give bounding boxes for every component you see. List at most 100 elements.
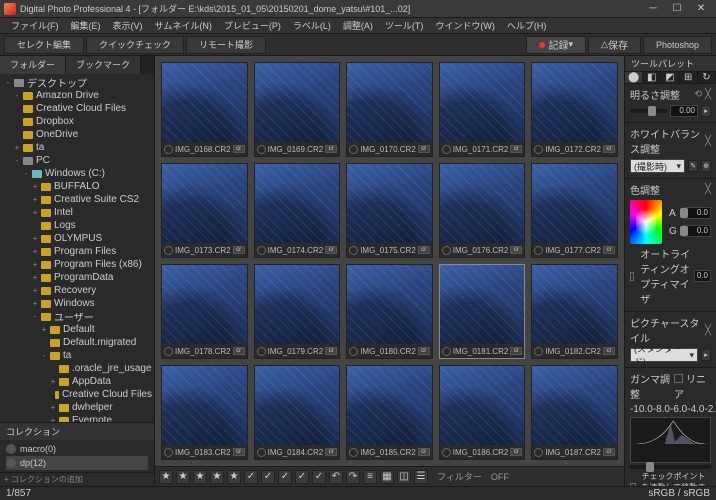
tab-bookmark[interactable]: ブックマーク (66, 56, 141, 74)
thumb-check-icon[interactable] (349, 246, 358, 255)
palette-tab-3[interactable]: ◩ (661, 72, 679, 83)
menu-item[interactable]: ウインドウ(W) (430, 19, 500, 32)
tree-node[interactable]: Creative Cloud Files (2, 102, 152, 115)
gamma-slider[interactable] (630, 465, 711, 469)
thumb-check-icon[interactable] (349, 145, 358, 154)
photoshop-button[interactable]: Photoshop (643, 36, 712, 54)
tree-node[interactable]: Creative Cloud Files (2, 388, 152, 401)
collection-item[interactable]: dp(12) (6, 456, 148, 470)
tree-node[interactable]: +Evernote (2, 414, 152, 422)
menu-item[interactable]: 表示(V) (108, 19, 148, 32)
rotate-cw-icon[interactable]: ↷ (346, 470, 360, 484)
star2-icon[interactable]: ★ (176, 470, 190, 484)
tree-node[interactable]: -Amazon Drive (2, 89, 152, 102)
thumbnail[interactable]: IMG_0184.CR2cr (254, 365, 341, 460)
color-wheel[interactable] (630, 200, 662, 244)
thumb-check-icon[interactable] (257, 145, 266, 154)
tree-node[interactable]: +ProgramData (2, 271, 152, 284)
thumb-check-icon[interactable] (534, 448, 543, 457)
rotate-ccw-icon[interactable]: ↶ (329, 470, 343, 484)
check1-icon[interactable]: ✓ (244, 470, 258, 484)
thumbnail[interactable]: IMG_0178.CR2cr (161, 264, 248, 359)
palette-tab-4[interactable]: ⊞ (680, 72, 698, 83)
thumbnail[interactable]: IMG_0174.CR2cr (254, 163, 341, 258)
tree-node[interactable]: +Creative Suite CS2 (2, 193, 152, 206)
close-button[interactable]: ✕ (690, 2, 712, 16)
remote-shoot-button[interactable]: リモート撮影 (186, 36, 266, 54)
maximize-button[interactable]: ☐ (666, 2, 688, 16)
thumbnail[interactable]: IMG_0169.CR2cr (254, 62, 341, 157)
thumb-check-icon[interactable] (442, 448, 451, 457)
thumbnail[interactable]: IMG_0183.CR2cr (161, 365, 248, 460)
wb-pick-icon[interactable]: ✎ (688, 160, 698, 172)
tree-node[interactable]: OneDrive (2, 128, 152, 141)
view-detail-icon[interactable]: ☰ (414, 470, 428, 484)
collection-item[interactable]: macro(0) (6, 442, 148, 456)
thumbnail[interactable]: IMG_0171.CR2cr (439, 62, 526, 157)
tree-node[interactable]: +BUFFALO (2, 180, 152, 193)
check3-icon[interactable]: ✓ (278, 470, 292, 484)
thumb-check-icon[interactable] (534, 145, 543, 154)
tree-node[interactable]: Default.migrated (2, 336, 152, 349)
thumbnail[interactable]: IMG_0179.CR2cr (254, 264, 341, 359)
menu-item[interactable]: ツール(T) (380, 19, 429, 32)
thumbnail[interactable]: IMG_0175.CR2cr (346, 163, 433, 258)
star3-icon[interactable]: ★ (193, 470, 207, 484)
tree-node[interactable]: +ta (2, 141, 152, 154)
check2-icon[interactable]: ✓ (261, 470, 275, 484)
tree-node[interactable]: +Recovery (2, 284, 152, 297)
star4-icon[interactable]: ★ (210, 470, 224, 484)
thumb-check-icon[interactable] (442, 347, 451, 356)
menu-item[interactable]: サムネイル(N) (150, 19, 217, 32)
brightness-step[interactable]: ▸ (701, 105, 711, 117)
tree-node[interactable]: +Intel (2, 206, 152, 219)
thumbnail[interactable]: IMG_0187.CR2cr (531, 365, 618, 460)
add-collection-button[interactable]: + コレクションの追加 (0, 472, 154, 486)
menu-item[interactable]: ファイル(F) (6, 19, 64, 32)
tree-node[interactable]: +Default (2, 323, 152, 336)
thumbnail[interactable]: IMG_0168.CR2cr (161, 62, 248, 157)
menu-item[interactable]: ラベル(L) (288, 19, 336, 32)
check4-icon[interactable]: ✓ (295, 470, 309, 484)
folder-tree[interactable]: -デスクトップ-Amazon DriveCreative Cloud Files… (0, 74, 154, 422)
tree-node[interactable]: +Program Files (2, 245, 152, 258)
minimize-button[interactable]: ─ (642, 2, 664, 16)
histogram[interactable] (630, 417, 711, 463)
tree-node[interactable]: -ユーザー (2, 310, 152, 323)
picstyle-dropdown[interactable]: (スタンダード) (630, 348, 698, 362)
thumbnail[interactable]: IMG_0177.CR2cr (531, 163, 618, 258)
tree-node[interactable]: +AppData (2, 375, 152, 388)
tree-node[interactable]: +dwhelper (2, 401, 152, 414)
tree-node[interactable]: +Program Files (x86) (2, 258, 152, 271)
thumbnail[interactable]: IMG_0180.CR2cr (346, 264, 433, 359)
thumbnail[interactable]: IMG_0181.CR2cr (439, 264, 526, 359)
thumb-check-icon[interactable] (534, 347, 543, 356)
palette-tab-2[interactable]: ◧ (643, 72, 661, 83)
menu-item[interactable]: 編集(E) (66, 19, 106, 32)
tree-node[interactable]: -ta (2, 349, 152, 362)
brightness-slider[interactable] (630, 109, 667, 113)
thumbnail[interactable]: IMG_0172.CR2cr (531, 62, 618, 157)
thumbnail[interactable]: IMG_0173.CR2cr (161, 163, 248, 258)
thumbnail[interactable]: IMG_0182.CR2cr (531, 264, 618, 359)
thumb-check-icon[interactable] (164, 145, 173, 154)
menu-item[interactable]: プレビュー(P) (219, 19, 286, 32)
thumb-check-icon[interactable] (257, 246, 266, 255)
thumb-check-icon[interactable] (257, 347, 266, 356)
menu-item[interactable]: 調整(A) (338, 19, 378, 32)
view-large-icon[interactable]: ◫ (397, 470, 411, 484)
thumb-check-icon[interactable] (442, 246, 451, 255)
tab-folder[interactable]: フォルダー (0, 56, 66, 74)
auto-lighting-checkbox[interactable] (630, 272, 634, 281)
thumb-check-icon[interactable] (349, 347, 358, 356)
tree-node[interactable]: .oracle_jre_usage (2, 362, 152, 375)
thumb-check-icon[interactable] (257, 448, 266, 457)
check5-icon[interactable]: ✓ (312, 470, 326, 484)
menu-item[interactable]: ヘルプ(H) (502, 19, 552, 32)
tree-node[interactable]: -Windows (C:) (2, 167, 152, 180)
tree-node[interactable]: +OLYMPUS (2, 232, 152, 245)
thumb-check-icon[interactable] (442, 145, 451, 154)
wb-adjust-icon[interactable]: ⊕ (701, 160, 711, 172)
palette-tab-5[interactable]: ↻ (698, 72, 716, 83)
save-button[interactable]: △ 保存 (588, 36, 641, 54)
